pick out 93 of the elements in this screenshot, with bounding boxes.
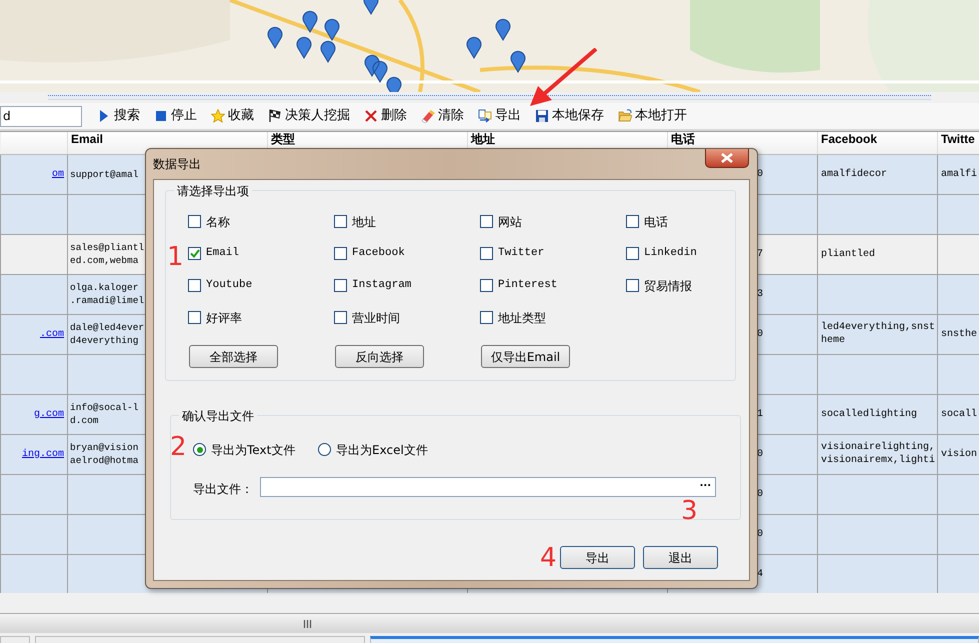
cell-text: sales@pliantl ed.com,webma: [70, 241, 144, 267]
export-button[interactable]: 导出: [560, 546, 635, 569]
cell-text: olga.kaloger .ramadi@limel: [70, 281, 144, 307]
toolbar-button[interactable]: 删除: [359, 106, 412, 126]
checkbox[interactable]: [188, 279, 201, 292]
toolbar-button[interactable]: 本地保存: [530, 106, 609, 126]
cell-text: snsthe: [941, 328, 978, 340]
select-button[interactable]: 仅导出Email: [481, 345, 570, 368]
select-button[interactable]: 全部选择: [189, 345, 278, 368]
folder-icon: [618, 109, 632, 123]
export-checkbox[interactable]: 名称: [188, 213, 230, 230]
cell-text: 1: [757, 408, 764, 420]
export-checkbox[interactable]: Pinterest: [480, 277, 558, 294]
export-checkbox[interactable]: 营业时间: [334, 309, 400, 326]
cell-text: 7: [757, 248, 764, 260]
export-checkbox[interactable]: 地址类型: [480, 309, 546, 326]
cell-text: vision: [941, 448, 978, 460]
cell-text: 4: [757, 568, 764, 580]
checkbox[interactable]: [334, 247, 347, 260]
close-button[interactable]: [705, 149, 749, 168]
group-title: 请选择导出项: [174, 182, 252, 200]
stop-icon: [154, 109, 168, 123]
checkbox[interactable]: [334, 279, 347, 292]
exit-button[interactable]: 退出: [643, 546, 718, 569]
cell-text: amalfi: [941, 168, 978, 180]
cell-text: led4everything,snst heme: [821, 321, 936, 347]
cell-text: 3: [757, 288, 764, 300]
checkbox[interactable]: [626, 279, 639, 292]
close-icon: [721, 153, 733, 163]
eraser-icon: [421, 109, 435, 123]
star-icon: [211, 109, 225, 123]
checkbox[interactable]: [626, 215, 639, 228]
cell-text: bryan@vision aelrod@hotma: [70, 441, 138, 467]
toolbar-button[interactable]: 本地打开: [613, 106, 692, 126]
cell-text: visionairelighting, visionairemx,lighti: [821, 441, 936, 467]
toolbar-button[interactable]: 导出: [473, 106, 526, 126]
dialog-title: 数据导出: [153, 156, 201, 173]
format-radio[interactable]: 导出为Excel文件: [318, 441, 428, 458]
toolbar-button[interactable]: 决策人挖掘: [263, 106, 355, 126]
export-checkbox[interactable]: 电话: [626, 213, 668, 230]
cell-text: socalledlighting: [821, 408, 918, 420]
toolbar-button[interactable]: 搜索: [92, 106, 145, 126]
checkbox[interactable]: [188, 247, 201, 260]
checkered-flag-icon: [268, 109, 282, 123]
checkbox[interactable]: [188, 311, 201, 324]
search-field[interactable]: d: [0, 106, 82, 126]
cell-text: amalfidecor: [821, 168, 888, 180]
checkbox[interactable]: [334, 215, 347, 228]
document-arrow-icon: [478, 109, 492, 123]
checkbox[interactable]: [480, 279, 493, 292]
select-button[interactable]: 反向选择: [335, 345, 424, 368]
export-checkbox[interactable]: Email: [188, 245, 240, 262]
checkbox[interactable]: [480, 311, 493, 324]
format-radio[interactable]: 导出为Text文件: [193, 441, 296, 458]
export-checkbox[interactable]: 好评率: [188, 309, 242, 326]
splitter-handle[interactable]: [48, 95, 931, 100]
field-label: 导出文件：: [193, 481, 253, 498]
radio-button[interactable]: [318, 443, 331, 456]
export-checkbox[interactable]: 地址: [334, 213, 376, 230]
column-header: Facebook: [818, 132, 938, 154]
step-number: 1: [167, 244, 184, 270]
check-icon: [190, 249, 200, 258]
cell-text: dale@led4ever d4everything: [70, 321, 144, 347]
toolbar-button[interactable]: 停止: [149, 106, 202, 126]
export-checkbox[interactable]: 网站: [480, 213, 522, 230]
toolbar-button[interactable]: 清除: [416, 106, 469, 126]
cell-text: info@socal-l d.com: [70, 401, 138, 427]
cell-text: socall: [941, 408, 978, 420]
export-checkbox[interactable]: Twitter: [480, 245, 544, 262]
export-checkbox[interactable]: 贸易情报: [626, 277, 692, 294]
checkbox[interactable]: [480, 215, 493, 228]
export-checkbox[interactable]: Instagram: [334, 277, 412, 294]
checkbox[interactable]: [334, 311, 347, 324]
horizontal-scrollbar[interactable]: [0, 613, 979, 633]
checkbox[interactable]: [188, 215, 201, 228]
export-checkbox[interactable]: Facebook: [334, 245, 405, 262]
browse-button[interactable]: ...: [700, 479, 715, 495]
radio-button[interactable]: [193, 443, 206, 456]
file-path-field[interactable]: ...: [260, 477, 716, 497]
step-number: 2: [170, 434, 187, 460]
checkbox[interactable]: [480, 247, 493, 260]
export-checkbox[interactable]: Youtube: [188, 277, 252, 294]
bottom-tab[interactable]: [370, 636, 979, 643]
toolbar-button[interactable]: 收藏: [206, 106, 259, 126]
export-checkbox[interactable]: Linkedin: [626, 245, 697, 262]
checkbox[interactable]: [626, 247, 639, 260]
cross-icon: [364, 109, 378, 123]
radio-dot-icon: [196, 446, 202, 452]
group-title: 确认导出文件: [179, 407, 257, 425]
cell-text: support@amal: [70, 168, 138, 180]
grip-icon: [302, 620, 312, 628]
column-header: Twitte: [938, 132, 979, 154]
cell-text: pliantled: [821, 248, 876, 260]
